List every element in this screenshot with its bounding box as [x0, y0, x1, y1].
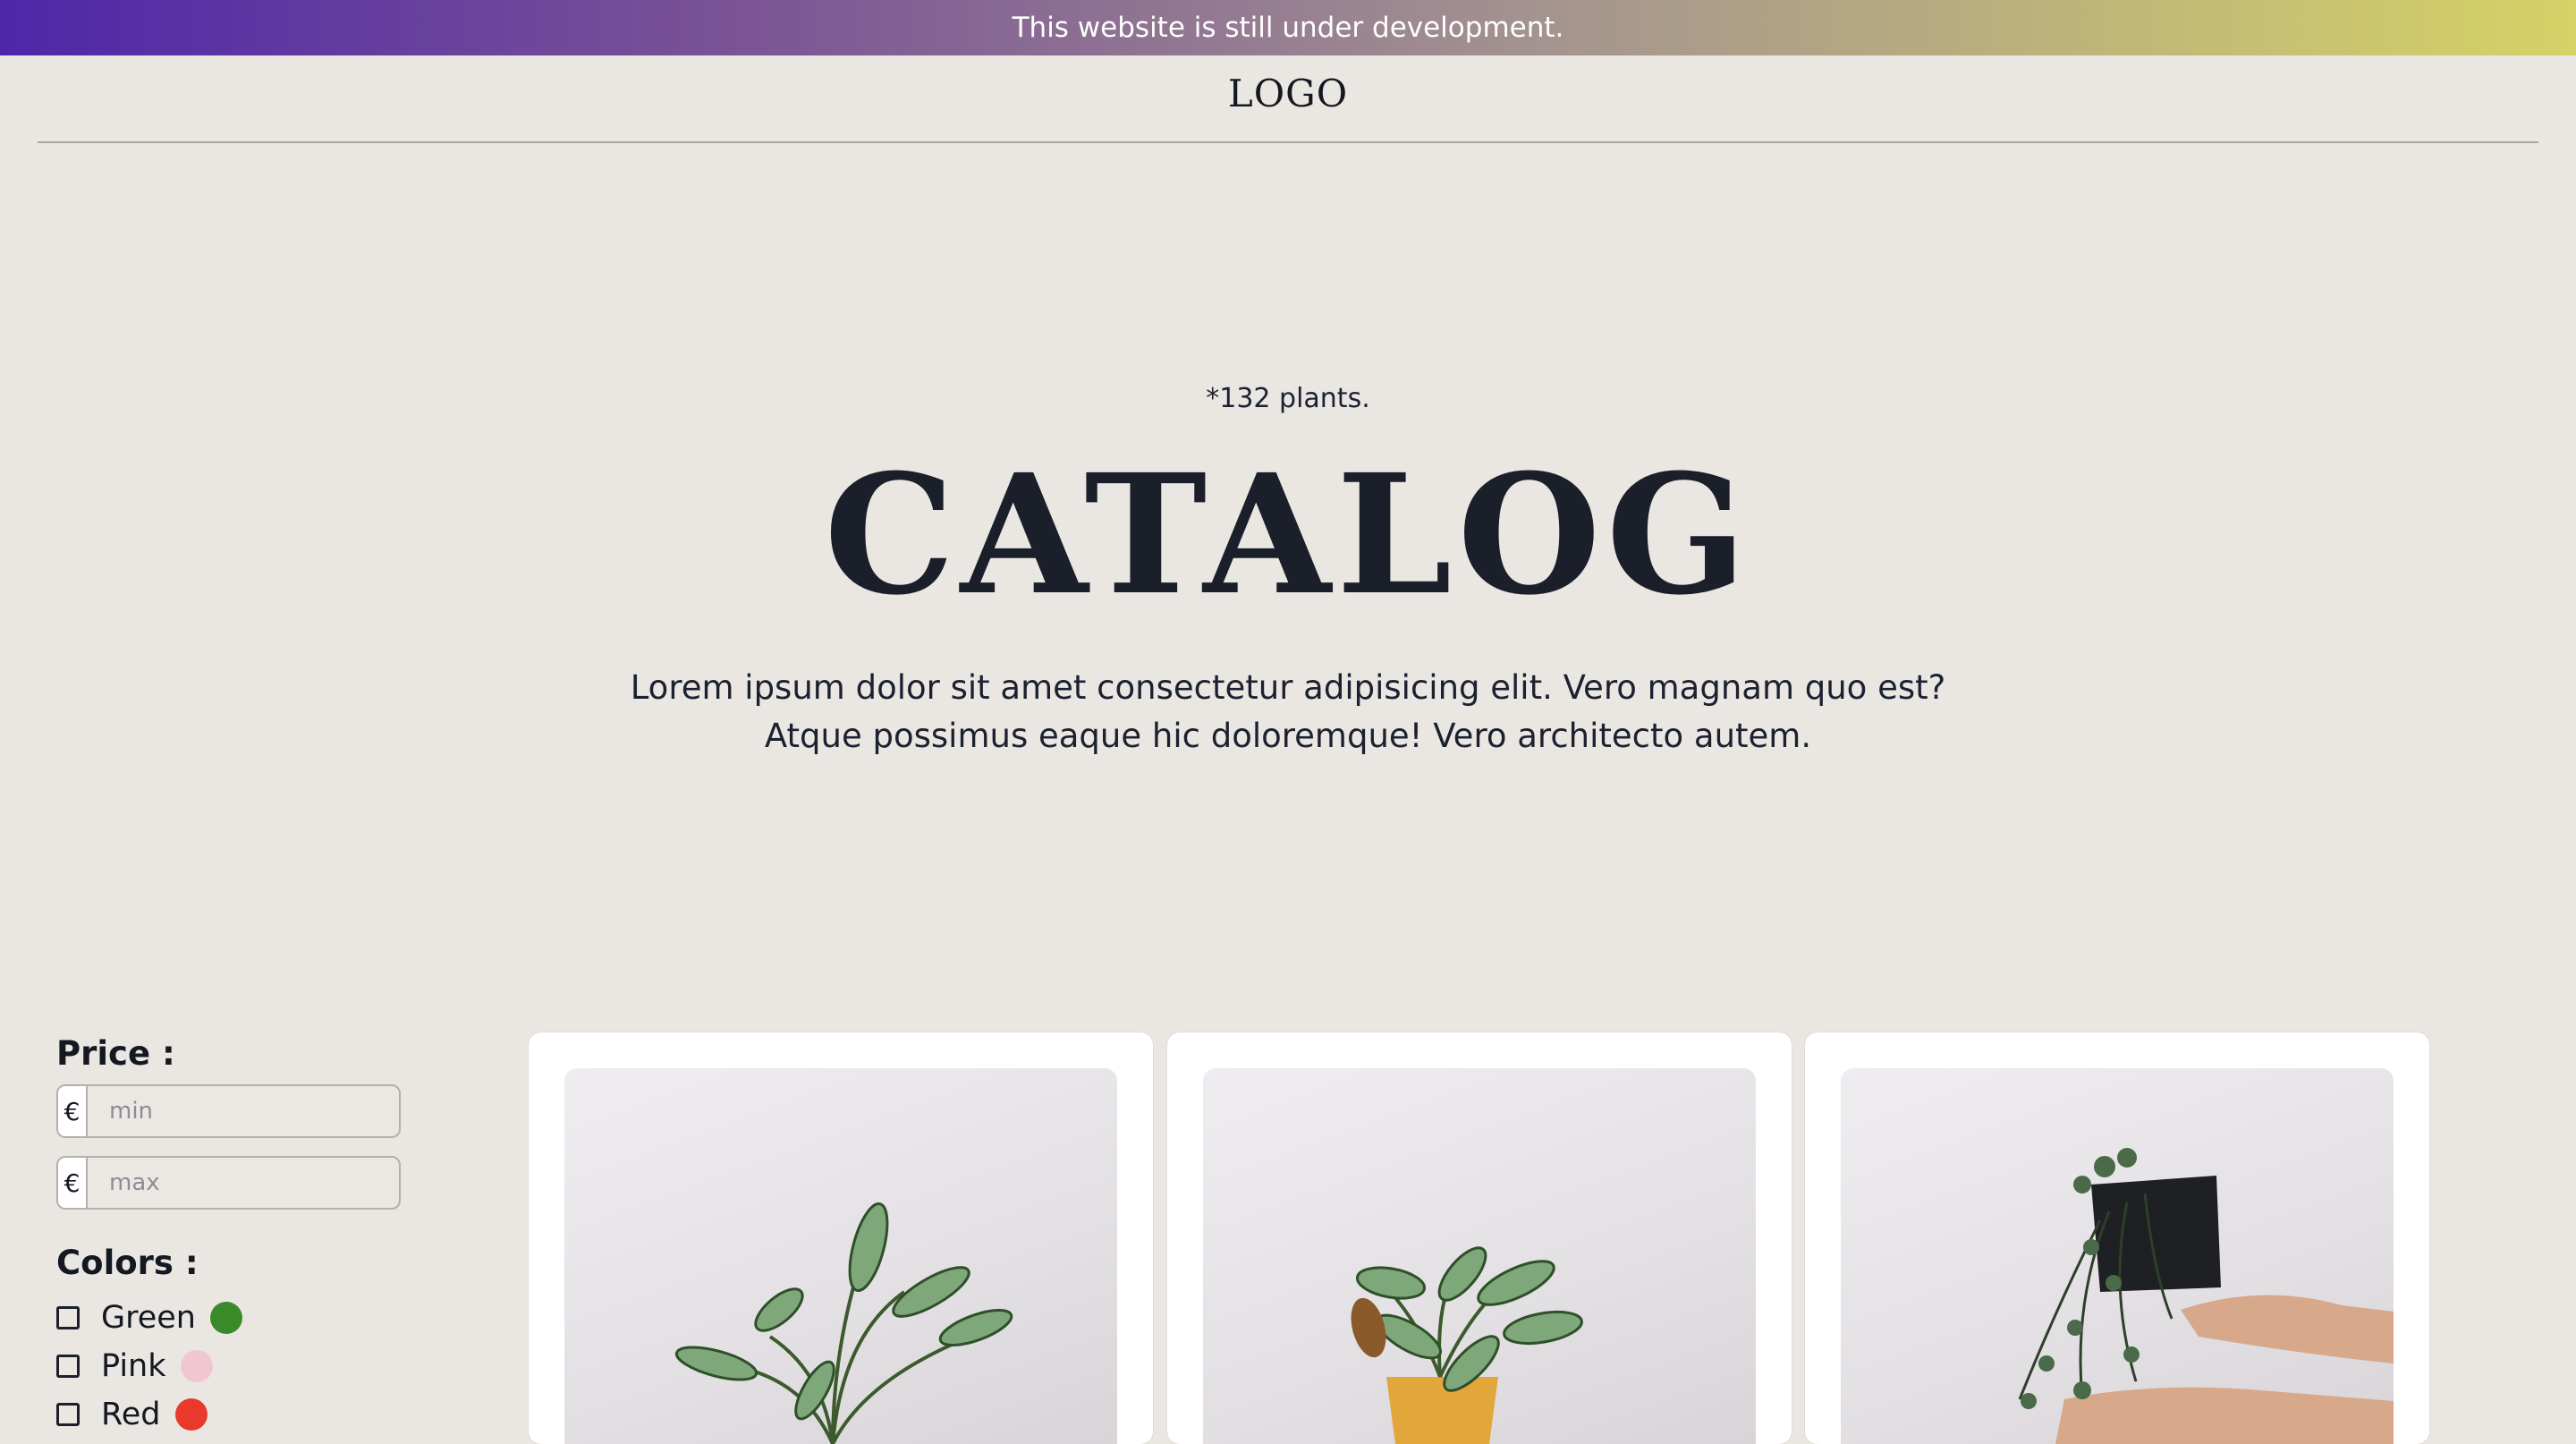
development-banner: This website is still under development.	[0, 0, 2576, 55]
product-card[interactable]	[1805, 1032, 2429, 1444]
page-description: Lorem ipsum dolor sit amet consectetur a…	[537, 664, 2039, 760]
product-image[interactable]	[1841, 1068, 2394, 1444]
plant-count: *132 plants.	[1206, 383, 1370, 414]
string-of-hearts-illustration	[2018, 1148, 2394, 1444]
pink-checkbox[interactable]	[56, 1355, 80, 1378]
price-filter-label: Price :	[56, 1034, 175, 1073]
header-divider	[38, 141, 2538, 143]
currency-symbol: €	[58, 1086, 88, 1136]
page-title: CATALOG	[824, 438, 1752, 632]
color-option-pink[interactable]: Pink	[56, 1342, 242, 1390]
color-option-label: Green	[101, 1300, 196, 1336]
development-banner-text: This website is still under development.	[1012, 12, 1564, 44]
currency-symbol: €	[58, 1158, 88, 1208]
price-max-field: €	[56, 1156, 401, 1210]
price-max-input[interactable]	[88, 1158, 399, 1208]
site-logo[interactable]: LOGO	[0, 72, 2576, 115]
color-option-red[interactable]: Red	[56, 1390, 242, 1439]
pink-swatch-icon	[180, 1350, 213, 1382]
product-card[interactable]	[1167, 1032, 1792, 1444]
calathea-yellow-pot-illustration	[1351, 1246, 1583, 1444]
price-min-input[interactable]	[88, 1086, 399, 1136]
green-swatch-icon	[210, 1302, 242, 1334]
color-option-green[interactable]: Green	[56, 1294, 242, 1342]
red-swatch-icon	[174, 1398, 208, 1431]
page-description-line-2: Atque possimus eaque hic doloremque! Ver…	[764, 717, 1812, 755]
page-description-line-1: Lorem ipsum dolor sit amet consectetur a…	[630, 668, 1946, 707]
green-checkbox[interactable]	[56, 1306, 80, 1329]
color-option-label: Red	[101, 1397, 161, 1432]
product-card[interactable]	[529, 1032, 1153, 1444]
product-image[interactable]	[1203, 1068, 1756, 1444]
price-min-field: €	[56, 1084, 401, 1138]
red-checkbox[interactable]	[56, 1403, 80, 1426]
colors-filter-label: Colors :	[56, 1244, 199, 1282]
calathea-plant-illustration	[674, 1202, 1013, 1444]
color-option-label: Pink	[101, 1348, 166, 1384]
product-image[interactable]	[564, 1068, 1117, 1444]
